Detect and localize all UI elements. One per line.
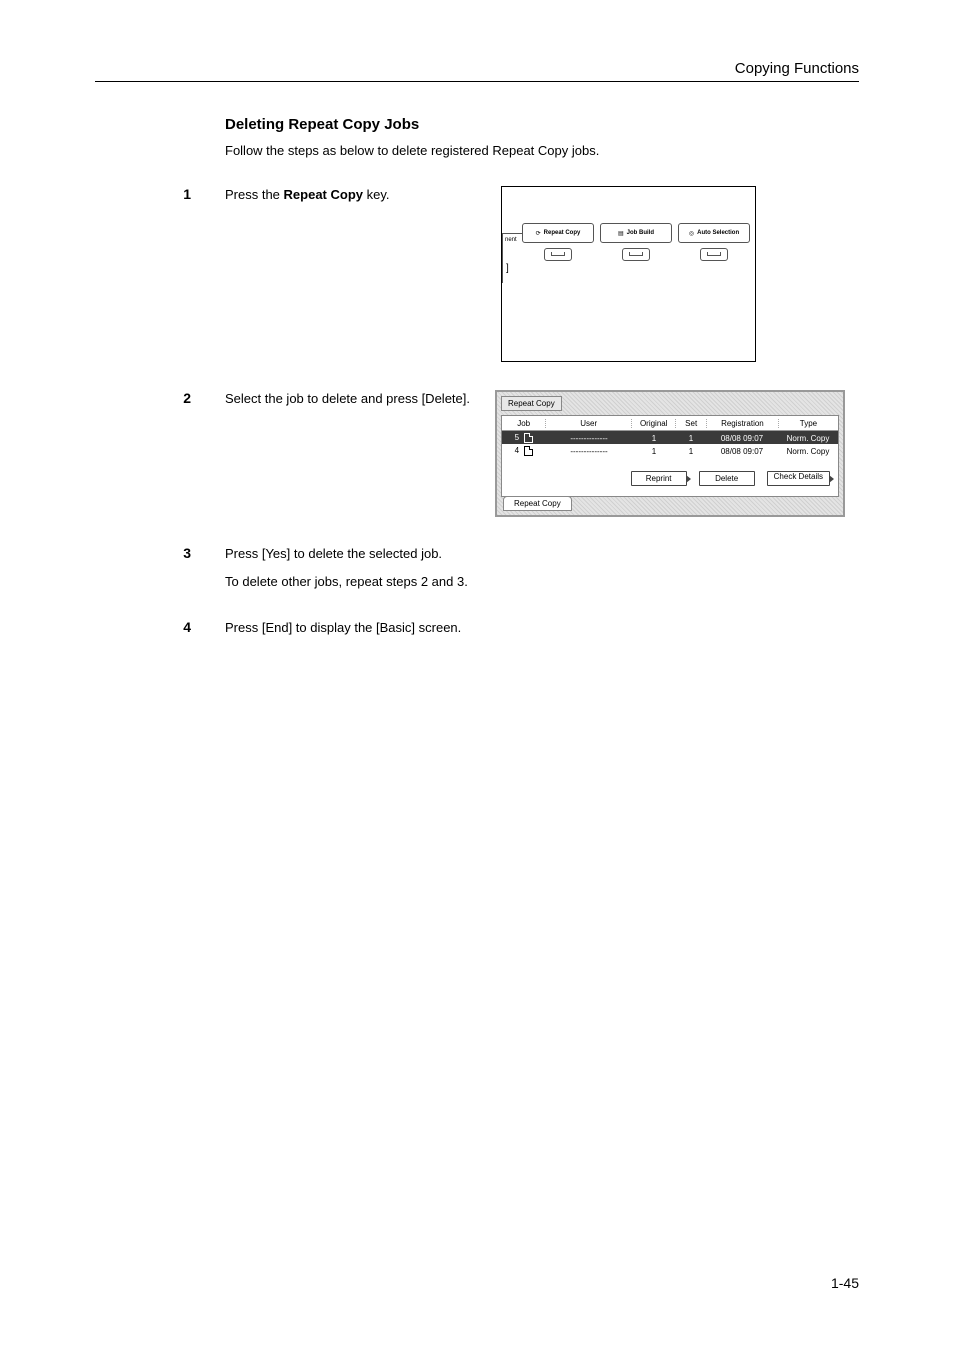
step-text: Press the Repeat Copy key.	[225, 186, 471, 204]
physical-key-icon	[700, 248, 728, 261]
step-text: Press [Yes] to delete the selected job. …	[225, 545, 825, 591]
cell-original: 1	[632, 434, 676, 443]
step-text: Press [End] to display the [Basic] scree…	[225, 619, 825, 637]
step-text-post: key.	[363, 187, 390, 202]
step-text-line: Press [Yes] to delete the selected job.	[225, 545, 825, 563]
step-number: 2	[95, 390, 225, 406]
running-header: Copying Functions	[95, 60, 859, 82]
col-header-type: Type	[778, 419, 838, 428]
panel-button-job-build: ▤ Job Build	[601, 223, 671, 293]
page-number: 1-45	[831, 1275, 859, 1291]
cell-user: --------------	[546, 447, 632, 456]
panel-button-auto-selection: ◎ Auto Selection	[679, 223, 749, 293]
cell-registration: 08/08 09:07	[706, 434, 778, 443]
repeat-icon: ⟳	[536, 230, 541, 237]
col-header-job: Job	[502, 419, 545, 428]
panel-left-fragment-label: nent	[505, 237, 517, 243]
step-text: Select the job to delete and press [Dele…	[225, 390, 471, 408]
step-number: 4	[95, 619, 225, 635]
reprint-button[interactable]: Reprint	[631, 471, 687, 486]
step-number: 3	[95, 545, 225, 561]
col-header-registration: Registration	[706, 419, 778, 428]
screen-table-row-selected[interactable]: 5 -------------- 1 1 08/08 09:07 Norm. C…	[502, 431, 838, 444]
cell-original: 1	[632, 447, 676, 456]
section-intro: Follow the steps as below to delete regi…	[225, 143, 859, 158]
screen-table-row[interactable]: 4 -------------- 1 1 08/08 09:07 Norm. C…	[502, 444, 838, 457]
panel-button-repeat-copy: ⟳ Repeat Copy	[523, 223, 593, 293]
col-header-user: User	[545, 419, 631, 428]
step-number: 1	[95, 186, 225, 202]
col-header-original: Original	[631, 419, 675, 428]
physical-key-icon	[622, 248, 650, 261]
auto-selection-icon: ◎	[689, 230, 694, 237]
physical-key-icon	[544, 248, 572, 261]
cell-set: 1	[676, 434, 706, 443]
step-text-line: To delete other jobs, repeat steps 2 and…	[225, 573, 825, 591]
panel-left-bracket: ]	[506, 263, 509, 274]
screen-table-header: Job User Original Set Registration Type	[502, 416, 838, 431]
cell-type: Norm. Copy	[778, 447, 838, 456]
panel-button-label: Auto Selection	[697, 230, 739, 236]
cell-job: 5	[515, 433, 519, 442]
cell-type: Norm. Copy	[778, 434, 838, 443]
cell-registration: 08/08 09:07	[706, 447, 778, 456]
document-icon	[524, 446, 533, 456]
repeat-copy-screen: Repeat Copy Job User Original Set Regist…	[495, 390, 845, 517]
col-header-set: Set	[675, 419, 706, 428]
document-icon	[524, 433, 533, 443]
screen-tab-repeat-copy[interactable]: Repeat Copy	[503, 496, 572, 511]
panel-illustration: nent ] ⟳ Repeat Copy ▤ Job Build	[501, 186, 756, 362]
job-build-icon: ▤	[618, 230, 624, 237]
cell-user: --------------	[546, 434, 632, 443]
step-text-pre: Press the	[225, 187, 284, 202]
panel-button-label: Job Build	[627, 230, 654, 236]
check-details-button[interactable]: Check Details	[767, 471, 830, 486]
screen-title-badge: Repeat Copy	[501, 396, 562, 411]
delete-button[interactable]: Delete	[699, 471, 755, 486]
step-text-bold: Repeat Copy	[284, 187, 363, 202]
cell-job: 4	[515, 446, 519, 455]
cell-set: 1	[676, 447, 706, 456]
section-heading: Deleting Repeat Copy Jobs	[225, 116, 859, 133]
panel-button-label: Repeat Copy	[544, 230, 581, 236]
